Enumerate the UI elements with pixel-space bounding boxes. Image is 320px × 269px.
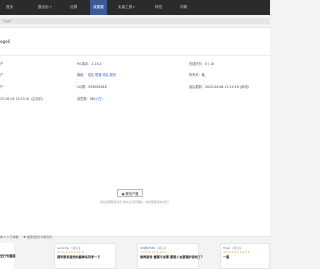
member-level-link[interactable]: (小白) [94,97,103,101]
tag-link[interactable]: 服务 [110,73,116,77]
tag-link[interactable]: 联通 [95,73,101,77]
recommendation-card[interactable]: QQ群93588 3级玩家 ★★★★★★★★★★ 推荐游戏 管理不用事 要是人也要… [137,243,203,269]
breadcrumb[interactable]: Yugeli [3,18,11,24]
divider [0,55,270,56]
report-link[interactable]: 举 1 人 已举报 [0,235,18,239]
recommendation-title: 推荐游戏 管理不用事 要是人也要理护游戏了? [140,255,203,259]
qq-group: QQ群：935032616 [77,84,107,89]
online-time-value: 0 / 10 [204,62,215,66]
info-label: 户 [0,62,4,66]
recommendation-title: 调学原来居然你最等系列学一下 [57,255,101,259]
tag-link[interactable]: 电站 [88,73,94,77]
contact-hint: 点击获取联系方式 用户信息有限制，未经审核请勿交流！ [99,200,171,204]
owner: 所有本：私 [189,72,205,77]
recommendation-title: 空行专属服 [0,254,16,258]
member-count-label: 成员数： [77,97,90,101]
chevron-down-icon: ▾ [50,5,52,9]
server-tags: 模组： 电站 联通 修高 服务 [77,72,116,77]
info-label: 户 [0,85,4,89]
last-updated: 最后更新：2022-04-08 11:12:19 (手动) [189,84,249,89]
recommendation-title: 一服 [223,255,230,259]
recommendation-card[interactable]: Lemontio 1级玩家 ★★★★★★★★★★ 调学原来居然你最等系列学一下 [54,243,116,269]
online-time: 在线时长：0 / 10 [189,61,214,66]
contact-button-label: 联系户籍 [125,192,139,196]
tags-label: 模组： [77,73,87,77]
recommendation-card[interactable]: Titelp 2级玩家 ★★★★★★★★★★ 一服 [220,243,270,269]
owner-value: 私 [201,73,205,77]
nav-item-server-wall[interactable]: 我屋牆 [90,0,107,15]
member-count: 成员数：56(小白) [77,96,103,101]
nav-item-modpacks[interactable]: 整合包 [38,0,49,15]
mc-version: MC版本：1.15.1 [77,61,102,66]
last-updated-value: 2022-04-08 11:12:19 (手动) [204,85,249,89]
online-time-label: 在线时长： [189,62,205,66]
share-link[interactable]: ♥ 按照热度分享整合包 [23,235,52,239]
recommendation-card[interactable]: 空行专属服 [0,243,16,269]
qq-group-value[interactable]: 935032616 [88,85,106,89]
mc-version-value: 1.15.1 [91,62,102,66]
chevron-down-icon: ▾ [133,5,135,9]
mc-version-label: MC版本： [77,62,92,66]
nav-item-dictionary[interactable]: 词典 [180,0,187,15]
contact-owner-button[interactable]: ▣ 联系户籍 [117,189,143,197]
page-title: ogeli [0,39,11,44]
nav-item-tools[interactable]: 实用工具 [118,0,132,15]
nav-item-community[interactable]: 社群 [70,0,77,15]
footer-links: 举 1 人 已举报 ♥ 按照热度分享整合包 [0,235,56,239]
created-time: 25-06-06 15:53:41 (注天前) [0,97,43,101]
qq-group-label: QQ群： [77,85,89,89]
breadcrumb-bar [0,18,270,24]
info-label: 户 [0,73,4,77]
owner-label: 所有本： [189,73,202,77]
nav-item-features[interactable]: 特性 [155,0,162,15]
last-updated-label: 最后更新： [189,85,205,89]
tag-link[interactable]: 修高 [102,73,108,77]
nav-item-home[interactable]: 首页 [6,0,13,15]
server-detail-card [0,27,270,237]
